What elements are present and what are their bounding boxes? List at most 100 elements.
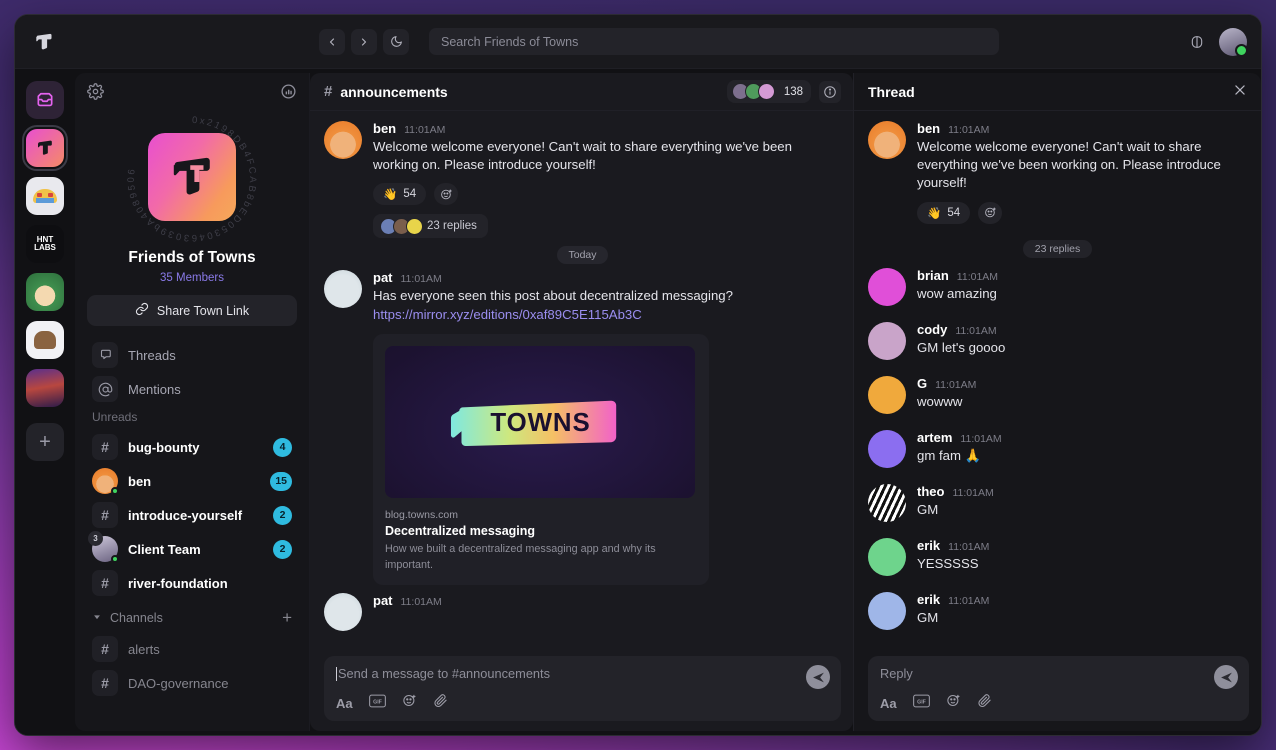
message-header: theo 11:01AM <box>917 484 1247 499</box>
moon-icon[interactable] <box>383 28 409 55</box>
thread-replies-button[interactable]: 23 replies <box>373 214 488 239</box>
message-header: artem 11:01AM <box>917 430 1247 445</box>
message-body: ben 11:01AM Welcome welcome everyone! Ca… <box>373 121 841 239</box>
date-divider-label: Today <box>557 246 608 265</box>
message-author: erik <box>917 591 941 607</box>
sidebar-item-label: Client Team <box>128 541 201 557</box>
avatar[interactable] <box>324 593 362 632</box>
chevron-down-icon <box>92 611 102 625</box>
navigation-buttons <box>319 28 409 55</box>
avatar[interactable] <box>868 483 906 522</box>
avatar[interactable] <box>868 537 906 576</box>
avatar[interactable] <box>324 121 362 159</box>
add-reaction-button[interactable] <box>434 183 459 206</box>
avatar[interactable] <box>868 121 906 159</box>
message-link[interactable]: https://mirror.xyz/editions/0xaf89C5E115… <box>373 306 841 324</box>
sidebar-item-client-team[interactable]: 3 Client Team 2 <box>85 531 299 566</box>
link-preview-site: blog.towns.com <box>385 508 458 521</box>
channels-label: Channels <box>110 611 163 625</box>
avatar[interactable] <box>324 270 362 309</box>
reaction-chip[interactable]: 👋 54 <box>373 183 427 206</box>
space-item-hnt-labs[interactable]: HNT LABS <box>26 225 64 263</box>
sidebar-item-ben[interactable]: ben 15 <box>85 464 299 498</box>
search-input[interactable]: Search Friends of Towns <box>429 28 999 55</box>
avatar[interactable] <box>868 267 906 306</box>
threads-icon <box>92 342 118 368</box>
reply-input[interactable]: Reply <box>880 666 1237 681</box>
message-text: Welcome welcome everyone! Can't wait to … <box>373 139 792 173</box>
member-facepile[interactable]: 138 <box>726 80 811 103</box>
space-label: HNT LABS <box>34 234 56 252</box>
message-input[interactable]: Send a message to #announcements <box>336 666 829 681</box>
reply-composer[interactable]: Reply Aa GIF <box>868 656 1249 721</box>
avatar[interactable] <box>868 429 906 468</box>
sidebar-item-dao-governance[interactable]: # DAO-governance <box>85 666 299 700</box>
add-channel-button[interactable]: + <box>282 608 292 628</box>
channels-section-header[interactable]: Channels + <box>85 600 299 632</box>
town-header: 0x2198DB4FCAB8bED0530463039bA4089506 Fri… <box>75 73 309 284</box>
add-space-button[interactable]: + <box>26 423 64 461</box>
thread-replies-label: 23 replies <box>1022 239 1093 258</box>
reaction-chip[interactable]: 👋 54 <box>917 201 971 224</box>
attachment-icon[interactable] <box>977 693 992 713</box>
avatar[interactable] <box>868 321 906 360</box>
sidebar-item-label: alerts <box>128 641 160 657</box>
sidebar-item-label: Threads <box>128 347 176 363</box>
send-reply-button[interactable] <box>1214 665 1238 689</box>
facepile-avatars <box>731 83 775 100</box>
message-list[interactable]: ben 11:01AM Welcome welcome everyone! Ca… <box>310 111 853 656</box>
avatar[interactable] <box>1219 27 1248 57</box>
chart-icon[interactable] <box>280 83 297 105</box>
back-button[interactable] <box>319 28 345 55</box>
unread-badge: 2 <box>273 539 292 559</box>
message-author: pat <box>373 593 393 609</box>
sidebar-item-mentions[interactable]: Mentions <box>85 372 299 406</box>
sidebar-item-introduce-yourself[interactable]: # introduce-yourself 2 <box>85 498 299 532</box>
page-title: Friends of Towns <box>128 249 256 266</box>
gif-icon[interactable]: GIF <box>912 694 930 713</box>
space-item-dms[interactable] <box>26 81 64 119</box>
sidebar-item-river-foundation[interactable]: # river-foundation <box>85 566 299 600</box>
wave-emoji-icon: 👋 <box>927 207 942 220</box>
sidebar-item-label: ben <box>128 473 152 489</box>
avatar[interactable] <box>868 375 906 414</box>
channel-title: announcements <box>340 83 448 100</box>
close-icon[interactable] <box>1233 83 1247 101</box>
share-town-link-button[interactable]: Share Town Link <box>87 295 297 326</box>
link-preview-card[interactable]: TOWNS blog.towns.com Decentralized messa… <box>373 333 709 586</box>
thread-message-list[interactable]: ben 11:01AM Welcome welcome everyone! Ca… <box>854 111 1261 656</box>
forward-button[interactable] <box>351 28 377 55</box>
send-button[interactable] <box>806 665 830 689</box>
text-format-icon[interactable]: Aa <box>880 696 897 711</box>
space-item-sunset[interactable] <box>26 369 64 407</box>
sidebar-item-bug-bounty[interactable]: # bug-bounty 4 <box>85 430 299 464</box>
text-format-icon[interactable]: Aa <box>336 696 353 711</box>
message-item: pat 11:01AM Has everyone seen this post … <box>324 270 841 586</box>
gif-icon[interactable]: GIF <box>368 694 386 713</box>
gear-icon[interactable] <box>87 83 104 105</box>
attachment-icon[interactable] <box>433 693 448 713</box>
message-composer[interactable]: Send a message to #announcements Aa GIF <box>324 656 841 721</box>
message-body: brian 11:01AM wow amazing <box>917 268 1247 306</box>
message-text-line: Has everyone seen this post about decent… <box>373 288 733 304</box>
emoji-icon[interactable] <box>946 693 961 713</box>
message-timestamp: 11:01AM <box>960 432 1002 445</box>
space-item-taco[interactable] <box>26 177 64 215</box>
space-item-friends-of-towns[interactable] <box>22 125 68 171</box>
message-header: ben 11:01AM <box>373 121 841 136</box>
message-author: G <box>917 375 928 391</box>
emoji-icon[interactable] <box>402 693 417 713</box>
space-item-bear[interactable] <box>26 321 64 359</box>
message-author: theo <box>917 483 945 499</box>
sidebar-item-threads[interactable]: Threads <box>85 338 299 372</box>
composer-placeholder: Send a message to #announcements <box>338 666 551 681</box>
add-reaction-button[interactable] <box>978 201 1003 224</box>
info-icon[interactable] <box>819 80 841 103</box>
avatar[interactable] <box>868 591 906 630</box>
sidebar-item-label: DAO-governance <box>128 675 229 691</box>
message-header: erik 11:01AM <box>917 538 1247 553</box>
hash-icon: # <box>92 670 118 696</box>
wallet-icon[interactable] <box>1189 34 1205 50</box>
sidebar-item-alerts[interactable]: # alerts <box>85 632 299 666</box>
space-item-farmer[interactable] <box>26 273 64 311</box>
